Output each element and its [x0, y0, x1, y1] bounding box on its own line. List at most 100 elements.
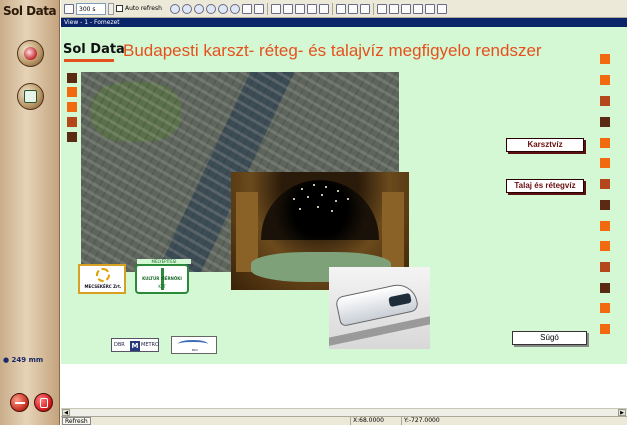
layers-icon[interactable]: [282, 3, 293, 14]
page-title: Budapesti karszt- réteg- és talajvíz meg…: [123, 41, 542, 60]
kultur-logo-top-text: MÉLYÉPÍTÉSI: [137, 259, 191, 264]
zoom-indicator: ● 249 mm: [3, 356, 43, 364]
talaj-es-retegviz-button[interactable]: Talaj és rétegvíz: [506, 179, 584, 193]
sidebar-minimize-button[interactable]: [10, 393, 29, 412]
select-icon[interactable]: [253, 3, 264, 14]
decor-square: [600, 303, 610, 313]
bkv-logo: BKV: [171, 336, 217, 354]
zoom-window-icon[interactable]: [205, 3, 216, 14]
horizontal-scrollbar[interactable]: ◀ ▶: [61, 408, 627, 416]
dbr-metro-logo: DBR M METRO: [111, 338, 159, 352]
scroll-left-icon[interactable]: ◀: [62, 409, 70, 416]
photo-detail: [301, 188, 303, 190]
auto-refresh-label: Auto refresh: [125, 5, 162, 12]
photo-detail: [347, 198, 349, 200]
auto-refresh-checkbox[interactable]: [116, 5, 123, 12]
empty-workspace: [61, 364, 627, 408]
photo-detail: [293, 198, 295, 200]
window-icon[interactable]: [424, 3, 435, 14]
zoom-out-icon[interactable]: [181, 3, 192, 14]
kultur-logo-mid-text: KULTÚR MÉRNÖKI: [142, 276, 182, 281]
photo-detail: [299, 208, 301, 210]
photo-detail: [335, 200, 337, 202]
kultur-mernoki-logo: MÉLYÉPÍTÉSI KULTÚR MÉRNÖKI KFT: [135, 259, 191, 294]
decor-square: [67, 102, 77, 112]
sidebar-chart-button[interactable]: [17, 83, 44, 110]
document-icon[interactable]: [64, 3, 74, 14]
copy-icon[interactable]: [388, 3, 399, 14]
link-icon[interactable]: [294, 3, 305, 14]
chart-icon: [24, 90, 37, 103]
photo-detail: [261, 180, 379, 240]
main-canvas: Sol Data Budapesti karszt- réteg- és tal…: [61, 27, 627, 364]
export-icon[interactable]: [347, 3, 358, 14]
kultur-logo-bottom-text: KFT: [158, 284, 166, 289]
decor-square: [600, 241, 610, 251]
mecsekerc-logo-text: MECSEKÉRC Zrt.: [84, 284, 122, 289]
indicator-dot-icon: ●: [3, 356, 10, 364]
view-title-bar: View - 1 - Fomezet: [61, 18, 627, 27]
logo-underline: [64, 59, 114, 62]
sun-icon: [96, 268, 110, 282]
status-bar: Refresh X:68.0000 Y:-727.0000: [61, 416, 627, 425]
back-arrow-icon[interactable]: [306, 3, 317, 14]
scroll-right-icon[interactable]: ▶: [618, 409, 626, 416]
decor-square: [600, 221, 610, 231]
karsztviz-button[interactable]: Karsztvíz: [506, 138, 584, 152]
refresh-button[interactable]: Refresh: [62, 417, 91, 425]
table-icon[interactable]: [376, 3, 387, 14]
chart-icon[interactable]: [359, 3, 370, 14]
decor-square: [67, 87, 77, 97]
photo-detail: [317, 206, 319, 208]
layer-icon[interactable]: [270, 3, 281, 14]
pan-icon[interactable]: [241, 3, 252, 14]
forward-arrow-icon[interactable]: [318, 3, 329, 14]
dbr-logo-text: DBR: [114, 342, 125, 348]
zoom-in-icon[interactable]: [169, 3, 180, 14]
help-icon[interactable]: [436, 3, 447, 14]
zoom-input[interactable]: 300 s: [76, 2, 106, 15]
canvas-logo: Sol Data: [63, 42, 125, 57]
metro-logo-text: METRO: [141, 342, 159, 348]
photo-detail: [307, 196, 309, 198]
photo-detail: [331, 210, 333, 212]
photo-detail: [325, 186, 327, 188]
photo-detail: [313, 184, 315, 186]
refresh-label: Refresh: [65, 418, 88, 425]
wave-icon: [178, 340, 208, 348]
decor-square: [67, 73, 77, 83]
decor-square: [600, 179, 610, 189]
toolbar: 300 s Auto refresh: [61, 0, 627, 18]
properties-icon[interactable]: [412, 3, 423, 14]
grid-icon[interactable]: [335, 3, 346, 14]
toolbar-separator: [331, 2, 333, 15]
sidebar-close-button[interactable]: [34, 393, 53, 412]
zoom-indicator-value: 249 mm: [11, 356, 44, 364]
print-icon[interactable]: [400, 3, 411, 14]
zoom-spinner[interactable]: [108, 2, 114, 15]
decor-square: [600, 117, 610, 127]
zoom-fit-icon[interactable]: [193, 3, 204, 14]
brand-logo: Sol Data: [3, 4, 57, 18]
decor-square: [600, 138, 610, 148]
close-icon: [40, 398, 48, 408]
zoom-all-icon[interactable]: [229, 3, 240, 14]
sidebar-map-button[interactable]: [17, 40, 44, 67]
photo-detail: [321, 194, 323, 196]
decor-square: [600, 324, 610, 334]
help-button[interactable]: Súgó: [512, 331, 587, 345]
map-icon: [24, 47, 37, 60]
minimize-icon: [15, 402, 25, 404]
zoom-previous-icon[interactable]: [217, 3, 228, 14]
decor-square: [600, 200, 610, 210]
photo-detail: [337, 190, 339, 192]
bkv-logo-text: BKV: [191, 348, 199, 352]
y-coordinate-readout: Y:-727.0000: [401, 417, 461, 425]
decor-square: [600, 96, 610, 106]
decor-square: [600, 283, 610, 293]
toolbar-separator: [266, 2, 268, 15]
x-coordinate-readout: X:68.0000: [350, 417, 400, 425]
decor-square: [600, 75, 610, 85]
decor-square: [600, 262, 610, 272]
metro-train-photo: [329, 267, 430, 349]
